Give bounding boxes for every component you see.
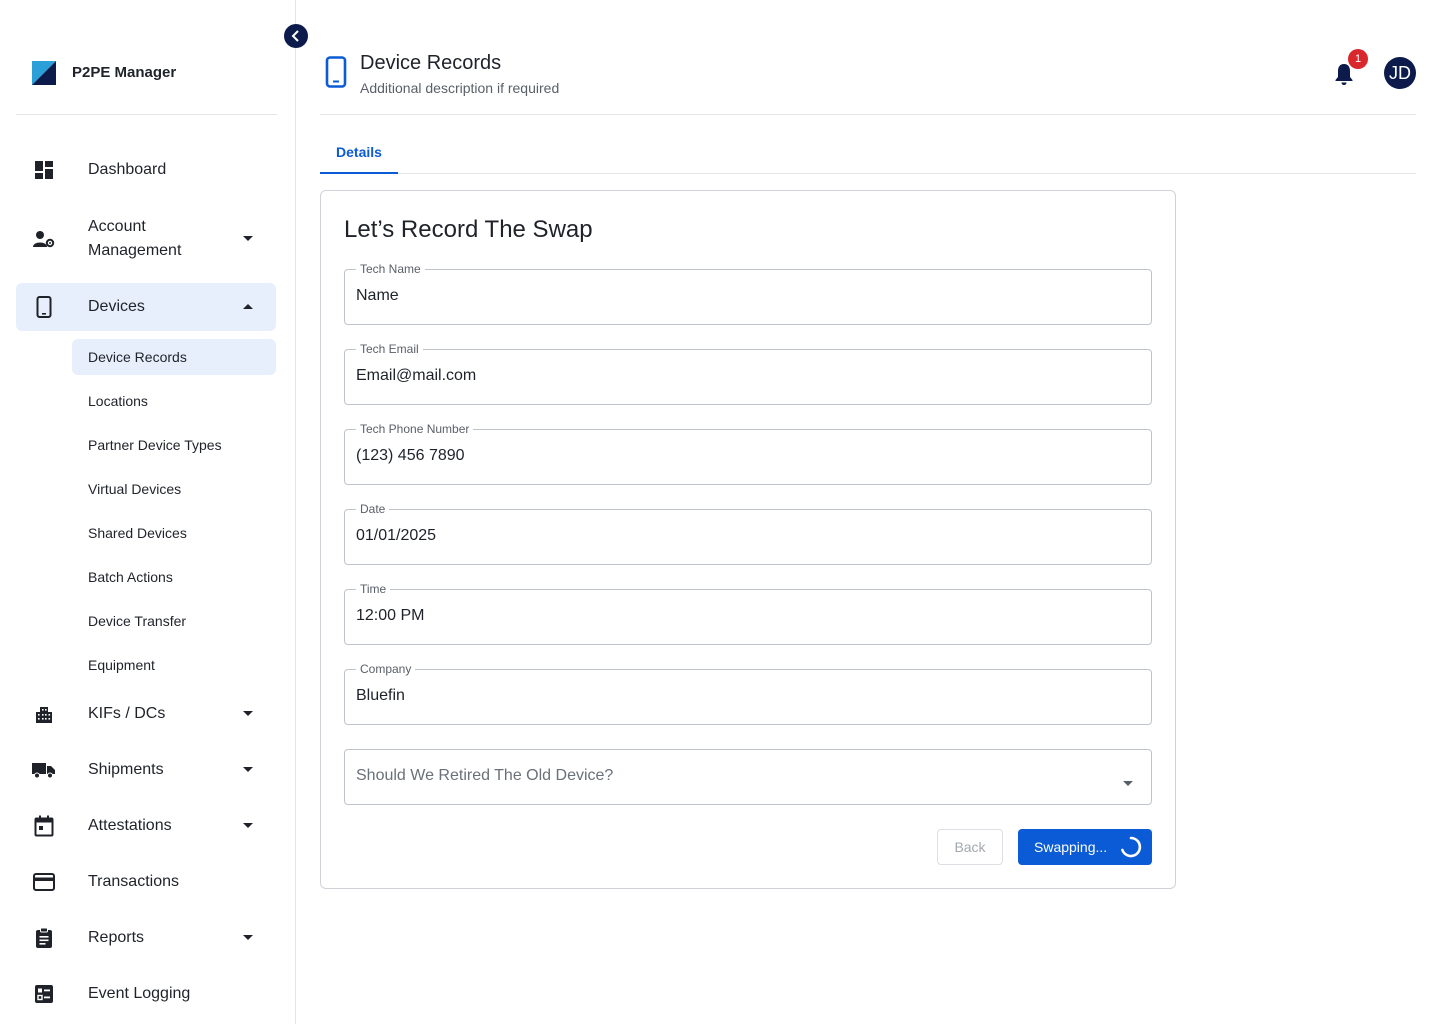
- field-label: Tech Name: [356, 262, 425, 276]
- account-settings-icon: [32, 227, 56, 251]
- sidebar-item-label: Dashboard: [88, 161, 167, 178]
- field-label: Date: [356, 502, 390, 516]
- sidebar: P2PE Manager Dashboard Account Managemen…: [0, 0, 296, 1024]
- sidebar-item-reports[interactable]: Reports: [16, 918, 276, 958]
- field-label: Tech Phone Number: [356, 422, 474, 436]
- sidebar-item-label: Transactions: [88, 873, 179, 890]
- sidebar-subitem-locations[interactable]: Locations: [72, 383, 276, 419]
- field-label: Tech Email: [356, 342, 423, 356]
- chevron-down-icon: [243, 709, 253, 719]
- tab-details[interactable]: Details: [320, 132, 398, 174]
- chevron-up-icon: [243, 302, 253, 312]
- date-field[interactable]: Date 01/01/2025: [344, 502, 1152, 565]
- sidebar-subitem-shared-devices[interactable]: Shared Devices: [72, 515, 276, 551]
- sidebar-subitem-device-transfer[interactable]: Device Transfer: [72, 603, 276, 639]
- sidebar-item-devices[interactable]: Devices: [16, 283, 276, 331]
- truck-icon: [32, 758, 56, 782]
- clipboard-icon: [32, 926, 56, 950]
- field-value: Bluefin: [356, 687, 405, 704]
- sidebar-subitem-equipment[interactable]: Equipment: [72, 647, 276, 683]
- field-label: Company: [356, 662, 416, 676]
- phone-icon: [325, 56, 347, 93]
- chevron-down-icon: [243, 821, 253, 831]
- time-field[interactable]: Time 12:00 PM: [344, 582, 1152, 645]
- tech-email-field[interactable]: Tech Email Email@mail.com: [344, 342, 1152, 405]
- sidebar-item-label: Shipments: [88, 761, 164, 778]
- company-field[interactable]: Company Bluefin: [344, 662, 1152, 725]
- sidebar-item-label: Attestations: [88, 817, 172, 834]
- tab-label: Details: [336, 144, 382, 160]
- swap-submit-button[interactable]: Swapping...: [1018, 829, 1152, 865]
- building-icon: [32, 702, 56, 726]
- page-header: Device Records Additional description if…: [320, 34, 1416, 115]
- field-value: (123) 456 7890: [356, 447, 465, 464]
- chevron-down-icon: [1123, 774, 1133, 792]
- sidebar-item-label: Reports: [88, 929, 145, 946]
- sidebar-item-label: KIFs / DCs: [88, 705, 166, 722]
- sidebar-item-shipments[interactable]: Shipments: [16, 750, 276, 790]
- tech-phone-field[interactable]: Tech Phone Number (123) 456 7890: [344, 422, 1152, 485]
- select-placeholder: Should We Retired The Old Device?: [356, 767, 614, 784]
- collapse-sidebar-button[interactable]: [284, 24, 308, 48]
- sidebar-subitem-virtual-devices[interactable]: Virtual Devices: [72, 471, 276, 507]
- chevron-down-icon: [243, 234, 253, 244]
- sidebar-subitem-device-records[interactable]: Device Records: [72, 339, 276, 375]
- chevron-left-icon: [291, 30, 299, 42]
- sidebar-item-event-logging[interactable]: Event Logging: [16, 974, 276, 1014]
- dashboard-icon: [32, 158, 56, 182]
- sidebar-subitem-partner-device-types[interactable]: Partner Device Types: [72, 427, 276, 463]
- field-value: Name: [356, 287, 399, 304]
- spinner-icon: [1121, 836, 1142, 858]
- notification-badge: 1: [1348, 49, 1368, 69]
- brand-name: P2PE Manager: [72, 64, 177, 81]
- field-value: 01/01/2025: [356, 527, 437, 544]
- retire-device-select[interactable]: Should We Retired The Old Device?: [344, 749, 1152, 805]
- sidebar-item-attestations[interactable]: Attestations: [16, 806, 276, 846]
- sidebar-item-transactions[interactable]: Transactions: [16, 862, 276, 902]
- avatar[interactable]: JD: [1384, 57, 1416, 89]
- chevron-down-icon: [243, 765, 253, 775]
- sidebar-item-account-management[interactable]: Account Management: [16, 214, 276, 264]
- brand: P2PE Manager: [16, 34, 277, 115]
- page-subtitle: Additional description if required: [360, 80, 560, 96]
- brand-logo: [32, 61, 56, 85]
- field-value: Email@mail.com: [356, 367, 477, 384]
- sidebar-item-label: Event Logging: [88, 985, 191, 1002]
- field-label: Time: [356, 582, 391, 596]
- sidebar-item-kifs-dcs[interactable]: KIFs / DCs: [16, 694, 276, 734]
- swap-form-card: Let’s Record The Swap Tech Name Name Tec…: [320, 190, 1176, 889]
- credit-card-icon: [32, 870, 56, 894]
- tab-bar: Details: [320, 132, 1416, 174]
- sidebar-item-label: Devices: [88, 298, 145, 315]
- sidebar-subitem-batch-actions[interactable]: Batch Actions: [72, 559, 276, 595]
- sidebar-item-dashboard[interactable]: Dashboard: [16, 150, 276, 190]
- phone-icon: [32, 295, 56, 319]
- calendar-icon: [32, 814, 56, 838]
- back-button[interactable]: Back: [937, 829, 1003, 865]
- sidebar-item-label: Account Management: [88, 218, 182, 259]
- submit-label: Swapping...: [1034, 839, 1108, 855]
- page-title: Device Records: [360, 52, 502, 74]
- tech-name-field[interactable]: Tech Name Name: [344, 262, 1152, 325]
- checklist-icon: [32, 982, 56, 1006]
- form-title: Let’s Record The Swap: [344, 216, 593, 243]
- chevron-down-icon: [243, 933, 253, 943]
- field-value: 12:00 PM: [356, 607, 425, 624]
